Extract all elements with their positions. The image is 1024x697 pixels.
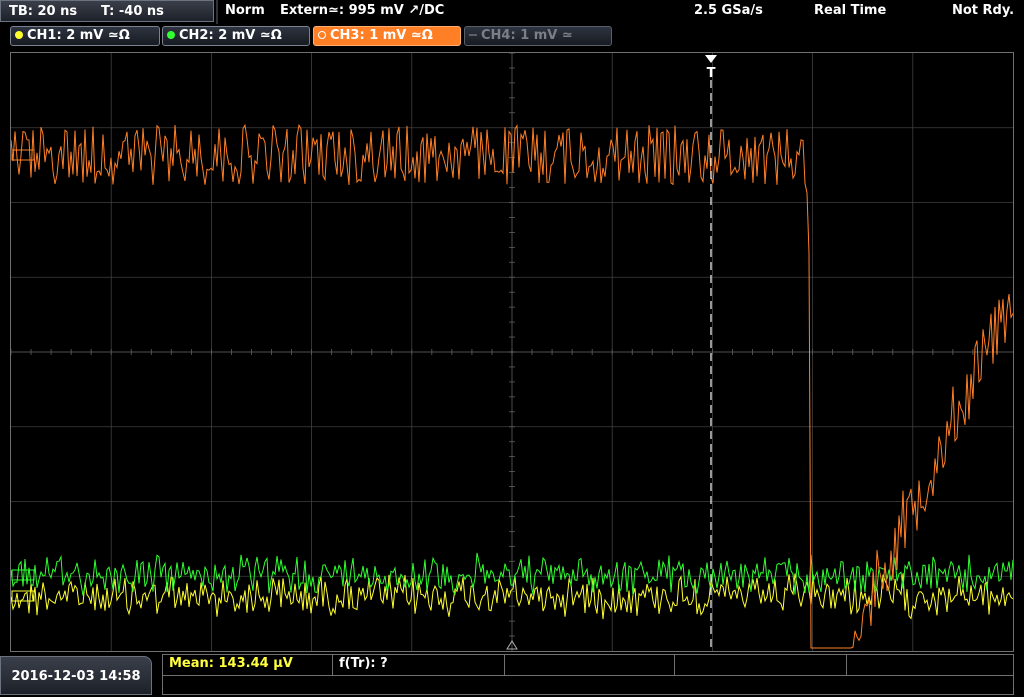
status-separator [216, 0, 218, 24]
mean-measurement[interactable]: Mean: 143.44 µV [163, 655, 333, 675]
ch2-button[interactable]: CH2: 2 mV ≃Ω [162, 26, 310, 46]
ch3-button[interactable]: CH3: 1 mV ≃Ω [313, 26, 461, 46]
ch3-offset-marker [11, 149, 35, 161]
ch4-off-icon [469, 34, 477, 36]
trigger-marker-icon [705, 55, 717, 63]
waveform-display[interactable]: T [10, 52, 1014, 652]
timebase-panel[interactable]: TB: 20 ns T: -40 ns [0, 0, 214, 22]
measurement-row-divider [163, 675, 1013, 676]
measurement-slot-3[interactable] [505, 655, 675, 675]
ch4-button[interactable]: CH4: 1 mV ≃ [464, 26, 612, 46]
top-status-bar: TB: 20 ns T: -40 ns Norm Extern≃: 995 mV… [0, 0, 1024, 24]
ch2-color-dot-icon [167, 31, 175, 39]
ch3-label: CH3: 1 mV ≃Ω [330, 28, 433, 43]
trigger-label: T [707, 66, 716, 81]
ch1-button[interactable]: CH1: 2 mV ≃Ω [10, 26, 160, 46]
channel-bar: CH1: 2 mV ≃Ω CH2: 2 mV ≃Ω CH3: 1 mV ≃Ω C… [0, 26, 1024, 48]
trigger-mode[interactable]: Norm [225, 0, 265, 22]
measurement-slot-4[interactable] [675, 655, 847, 675]
ch1-label: CH1: 2 mV ≃Ω [27, 28, 130, 43]
measurement-slot-5[interactable] [847, 655, 1015, 675]
ch1-color-dot-icon [15, 31, 23, 39]
ch2-label: CH2: 2 mV ≃Ω [179, 28, 282, 43]
ch4-label: CH4: 1 mV ≃ [481, 28, 573, 43]
trigger-source[interactable]: Extern≃: 995 mV ↗/DC [280, 0, 444, 22]
frequency-measurement[interactable]: f(Tr): ? [333, 655, 505, 675]
timebase-label: TB: 20 ns [9, 4, 78, 19]
datetime-display: 2016-12-03 14:58 [0, 656, 152, 695]
ch3-color-dot-icon [318, 31, 326, 39]
waveform-svg: T [11, 53, 1013, 651]
acquisition-mode: Real Time [814, 3, 887, 18]
trigger-offset-label: T: -40 ns [101, 4, 164, 19]
sample-rate: 2.5 GSa/s [694, 3, 763, 18]
bottom-bar: 2016-12-03 14:58 Mean: 143.44 µV f(Tr): … [0, 654, 1024, 695]
ready-status: Not Rdy. [952, 3, 1015, 18]
measurement-panel[interactable]: Mean: 143.44 µV f(Tr): ? [162, 654, 1014, 695]
